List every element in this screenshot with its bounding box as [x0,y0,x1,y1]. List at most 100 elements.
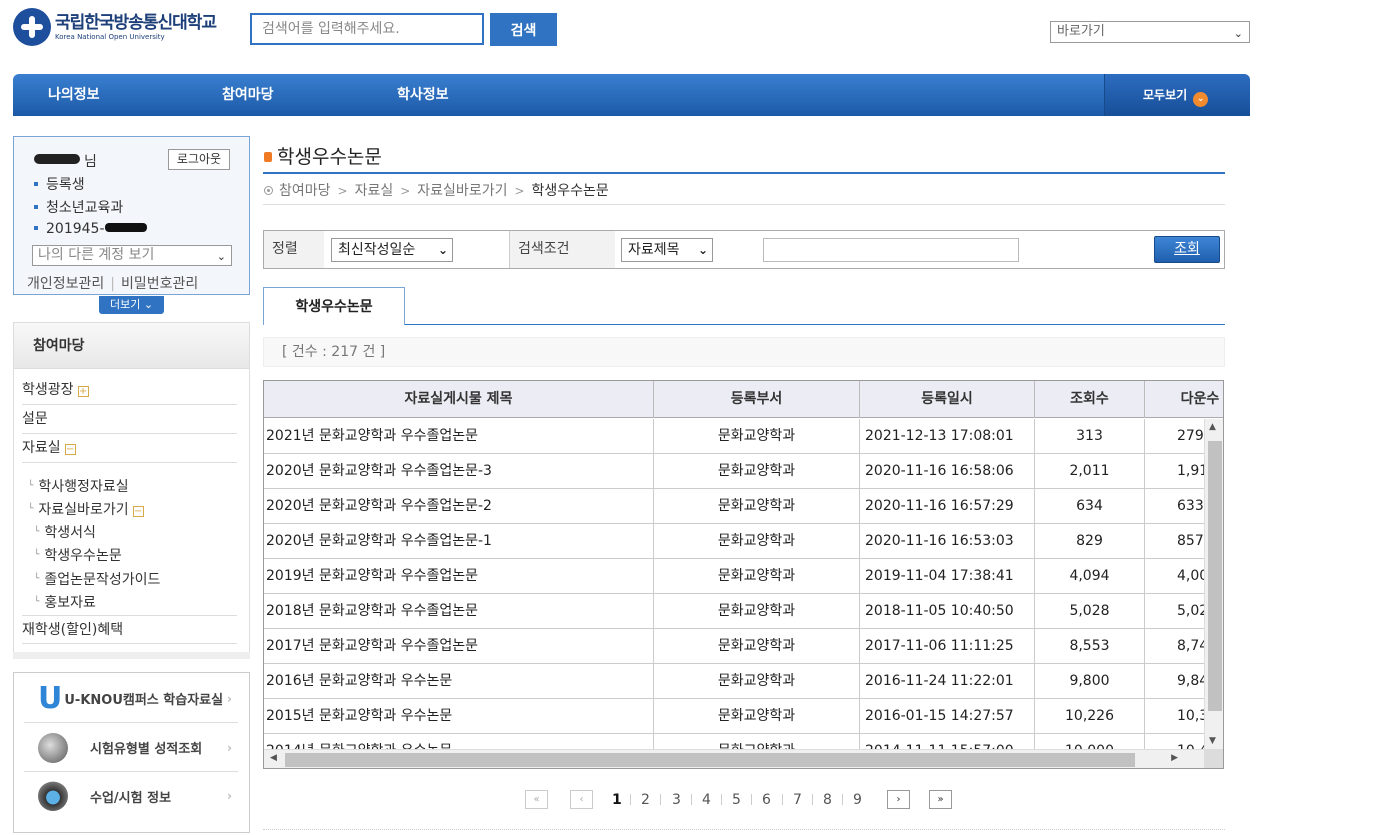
scroll-right-arrow-icon[interactable]: ▶ [1171,753,1178,763]
collapse-minus-icon[interactable]: − [132,506,144,517]
vertical-scroll-thumb[interactable] [1208,441,1222,711]
first-page-button[interactable]: « [525,790,548,809]
table-row[interactable]: 2017년 문화교양학과 우수졸업논문 문화교양학과 2017-11-06 11:1… [264,629,1204,664]
lnb-item-archive[interactable]: 자료실 − [22,434,237,463]
scroll-left-arrow-icon[interactable]: ◀ [270,753,277,763]
collapse-minus-icon[interactable]: − [64,444,76,455]
breadcrumb: 참여마당 > 자료실 > 자료실바로가기 > 학생우수논문 [264,180,609,200]
lnb-sub-admin-archive[interactable]: 학사행정자료실 [28,476,128,496]
table-row[interactable]: 2014년 문화교양학과 우수논문문화교양학과2014-11-11 15:57:… [264,734,1204,749]
breadcrumb-item[interactable]: 참여마당 [279,183,331,199]
user-links: 개인정보관리 | 비밀번호관리 [27,273,198,293]
next-page-button[interactable]: › [887,790,910,809]
horizontal-scroll-thumb[interactable] [285,753,1135,767]
column-header-department[interactable]: 등록부서 [654,381,860,418]
query-button[interactable]: 조회 [1154,236,1220,263]
table-row[interactable]: 2018년 문화교양학과 우수졸업논문 문화교양학과 2018-11-05 10:4… [264,594,1204,629]
page-number[interactable]: 3 [672,790,681,810]
tab-excellent-papers[interactable]: 학생우수논문 [263,287,405,325]
column-header-views[interactable]: 조회수 [1035,381,1145,418]
more-button[interactable]: 더보기 ⌄ [99,296,164,314]
cell-title[interactable]: 2020년 문화교양학과 우수졸업논문-3 [264,454,654,488]
lnb-item-label: 재학생(할인)혜택 [22,622,124,638]
lnb-subsub-promo[interactable]: 홍보자료 [34,592,96,612]
lnb-subsub-thesis-guide[interactable]: 졸업논문작성가이드 [34,569,160,589]
quick-link-u-knou[interactable]: U U-KNOU캠퍼스 학습자료실 › [24,675,238,723]
column-header-downloads[interactable]: 다운수 [1145,381,1223,418]
keyword-input[interactable] [763,238,1019,262]
column-header-date[interactable]: 등록일시 [860,381,1035,418]
search-button[interactable]: 검색 [490,13,557,46]
cell-downloads: 8,74 [1177,638,1204,654]
prev-page-button[interactable]: ‹ [570,790,593,809]
goto-select[interactable]: 바로가기 ⌄ [1050,21,1250,43]
cell-title[interactable]: 2019년 문화교양학과 우수졸업논문 [264,559,654,593]
column-header-title[interactable]: 자료실게시물 제목 [264,381,654,418]
breadcrumb-item[interactable]: 자료실 [355,183,394,199]
cell-title[interactable]: 2020년 문화교양학과 우수졸업논문-2 [264,489,654,523]
table-row[interactable]: 2019년 문화교양학과 우수졸업논문 문화교양학과 2019-11-04 17:3… [264,559,1204,594]
breadcrumb-item[interactable]: 자료실바로가기 [417,183,507,199]
cell-title[interactable]: 2016년 문화교양학과 우수논문 [264,664,654,698]
cell-title[interactable]: 2017년 문화교양학과 우수졸업논문 [264,629,654,663]
cell-title[interactable]: 2018년 문화교양학과 우수졸업논문 [264,594,654,628]
table-row[interactable]: 2020년 문화교양학과 우수졸업논문-1 문화교양학과 2020-11-16 16… [264,524,1204,559]
account-select-value: 나의 다른 계정 보기 [38,247,155,263]
lnb-sub-archive-shortcut[interactable]: 자료실바로가기− [28,499,144,519]
lnb-item-label: 학생광장 [22,382,74,398]
scroll-up-arrow-icon[interactable]: ▲ [1209,422,1216,432]
last-page-button[interactable]: » [929,790,952,809]
page-number[interactable]: 9 [853,790,862,810]
view-all-button[interactable]: 모두보기 ⌄ [1104,74,1250,116]
table-row[interactable]: 2016년 문화교양학과 우수논문 문화교양학과 2016-11-24 11:22:… [264,664,1204,699]
quick-link-class-info[interactable]: 수업/시험 정보 › [24,772,238,820]
account-select[interactable]: 나의 다른 계정 보기 ⌄ [32,245,232,266]
search-input[interactable] [250,13,484,45]
chevron-right-icon: › [227,740,232,755]
sort-select[interactable]: 최신작성일순 ⌄ [331,238,453,262]
lnb-item-discount-benefits[interactable]: 재학생(할인)혜택 [22,615,237,644]
breadcrumb-separator: > [337,184,348,198]
page-title: 학생우수논문 [264,142,382,169]
gnb-item-participation[interactable]: 참여마당 [222,74,274,116]
page-number[interactable]: 4 [702,790,711,810]
cell-department: 문화교양학과 [654,664,860,698]
quick-link-grades[interactable]: 시험유형별 성적조회 › [24,724,238,772]
scroll-down-arrow-icon[interactable]: ▼ [1209,736,1216,746]
table-row[interactable]: 2020년 문화교양학과 우수졸업논문-2 문화교양학과 2020-11-16 16… [264,489,1204,524]
cell-title[interactable]: 2015년 문화교양학과 우수논문 [264,699,654,733]
page-number[interactable]: 6 [762,790,771,810]
page-number[interactable]: 7 [793,790,802,810]
lnb-subsub-student-forms[interactable]: 학생서식 [34,522,96,542]
student-id-text: 201945- [46,221,105,237]
horizontal-scrollbar[interactable]: ◀ ▶ [264,749,1204,768]
page-number-current[interactable]: 1 [612,790,622,810]
university-logo[interactable]: 국립한국방송통신대학교 Korea National Open Universi… [13,8,233,46]
title-divider [263,172,1225,174]
cell-date: 2021-12-13 17:08:01 [860,419,1035,453]
lnb-item-student-plaza[interactable]: 학생광장 + [22,376,237,405]
lnb-item-survey[interactable]: 설문 [22,405,237,434]
logo-korean-text: 국립한국방송통신대학교 [55,12,217,33]
cell-downloads: 10,3 [1177,708,1204,724]
table-row[interactable]: 2021년 문화교양학과 우수졸업논문 문화교양학과 2021-12-13 17:0… [264,419,1204,454]
vertical-scrollbar[interactable]: ▲ ▼ [1204,419,1223,749]
privacy-link[interactable]: 개인정보관리 [27,276,104,292]
expand-plus-icon[interactable]: + [77,386,89,397]
search-condition-select[interactable]: 자료제목 ⌄ [621,238,713,262]
logout-button[interactable]: 로그아웃 [168,149,230,170]
table-row[interactable]: 2015년 문화교양학과 우수논문 문화교양학과 2016-01-15 14:27:… [264,699,1204,734]
cell-title[interactable]: 2014년 문화교양학과 우수논문 [264,734,654,749]
gnb-item-my-info[interactable]: 나의정보 [48,74,100,116]
password-link[interactable]: 비밀번호관리 [121,276,198,292]
quick-link-label: 시험유형별 성적조회 [90,742,203,757]
cell-title[interactable]: 2020년 문화교양학과 우수졸업논문-1 [264,524,654,558]
cell-views: 10,226 [1035,699,1145,733]
table-row[interactable]: 2020년 문화교양학과 우수졸업논문-3 문화교양학과 2020-11-16 16… [264,454,1204,489]
page-number[interactable]: 8 [823,790,832,810]
lnb-subsub-excellent-papers[interactable]: 학생우수논문 [34,545,121,565]
cell-title[interactable]: 2021년 문화교양학과 우수졸업논문 [264,419,654,453]
page-number[interactable]: 5 [732,790,741,810]
page-number[interactable]: 2 [641,790,650,810]
gnb-item-academic[interactable]: 학사정보 [397,74,449,116]
